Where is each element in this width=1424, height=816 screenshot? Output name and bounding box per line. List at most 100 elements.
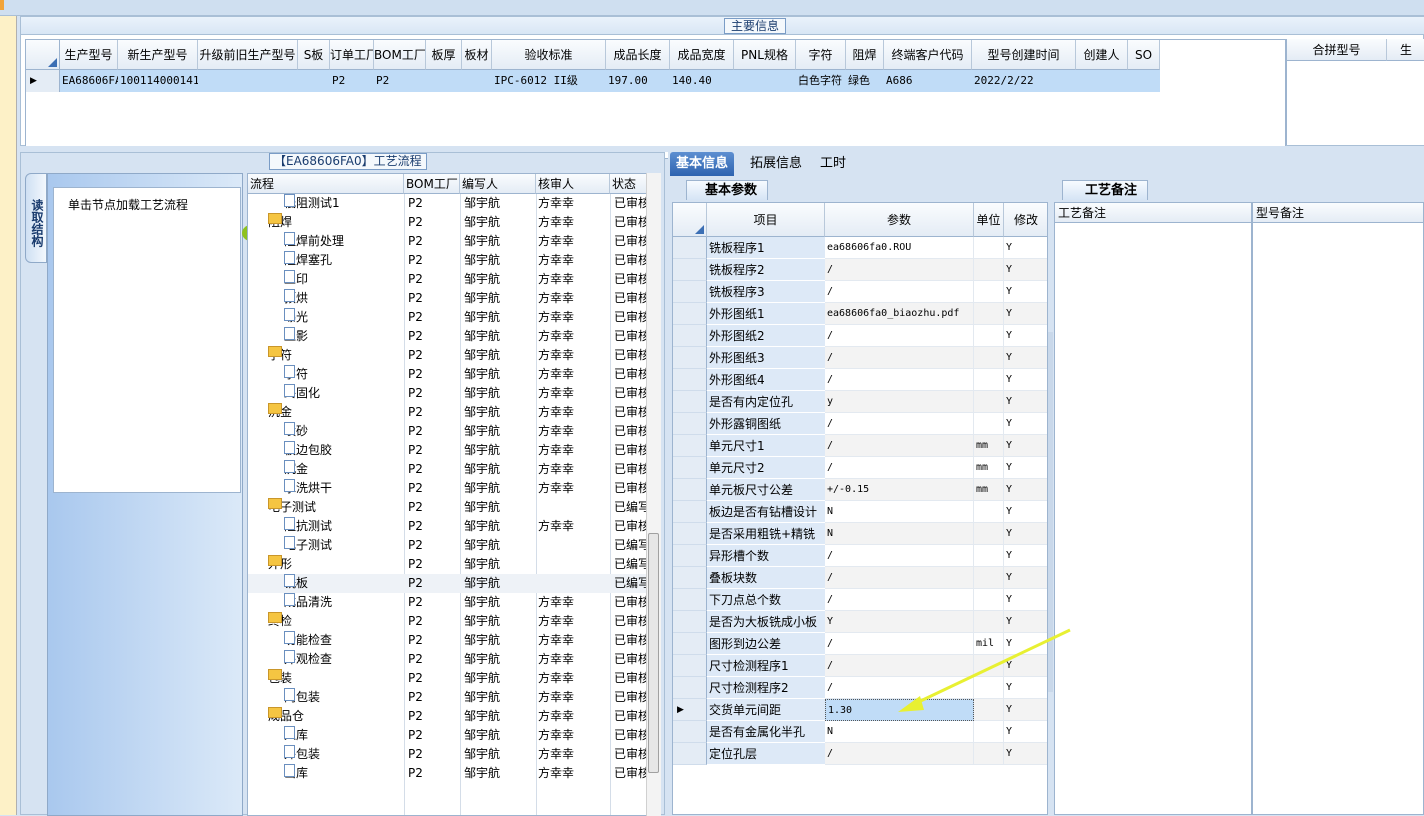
tree-row[interactable]: 阻焊前处理 P2 邹宇航 方幸幸 已审核 [248, 232, 650, 251]
tree-row[interactable]: 电子测试 P2 邹宇航 已编写 [248, 536, 650, 555]
tree-col-header[interactable]: 核审人 [536, 174, 610, 194]
param-row[interactable]: 外形露铜图纸 / Y [673, 413, 1047, 435]
param-col-header[interactable]: 单位 [974, 203, 1004, 237]
param-modify[interactable]: Y [1004, 743, 1047, 765]
param-modify[interactable]: Y [1004, 347, 1047, 369]
param-modify[interactable]: Y [1004, 501, 1047, 523]
param-value[interactable]: / [825, 413, 974, 435]
tree-row[interactable]: 水洗烘干 P2 邹宇航 方幸幸 已审核 [248, 479, 650, 498]
param-row[interactable]: 铣板程序1 ea68606fa0.ROU Y [673, 237, 1047, 259]
param-unit[interactable] [974, 391, 1004, 413]
tree-row[interactable]: 功能检查 P2 邹宇航 方幸幸 已审核 [248, 631, 650, 650]
main-col-header[interactable]: 创建人 [1076, 40, 1128, 70]
main-col-header[interactable]: 成品长度 [606, 40, 670, 70]
tree-node[interactable]: 水洗烘干 [284, 479, 332, 498]
param-modify[interactable]: Y [1004, 567, 1047, 589]
param-unit[interactable] [974, 325, 1004, 347]
param-row[interactable]: 定位孔层 / Y [673, 743, 1047, 765]
tree-node[interactable]: 功能检查 [284, 631, 332, 650]
merge-col-header[interactable]: 生 [1387, 39, 1424, 61]
param-unit[interactable] [974, 501, 1004, 523]
basic-params-grid[interactable]: 项目 参数 单位 修改 铣板程序1 ea68606fa0.ROU Y 铣板程序2/Y 铣板程序3… [672, 202, 1048, 815]
param-col-header[interactable]: 参数 [825, 203, 974, 237]
process-note-box[interactable]: 工艺备注 [1054, 202, 1252, 815]
param-unit[interactable] [974, 567, 1004, 589]
tree-node[interactable]: −沉金 [268, 403, 292, 422]
param-value[interactable]: / [825, 347, 974, 369]
main-col-header[interactable]: 字符 [796, 40, 846, 70]
param-row[interactable]: 是否有金属化半孔 N Y [673, 721, 1047, 743]
param-value[interactable]: / [825, 281, 974, 303]
param-modify[interactable]: Y [1004, 369, 1047, 391]
main-col-header[interactable]: 板厚 [426, 40, 462, 70]
tree-scroll-thumb[interactable] [648, 533, 659, 773]
model-note-box[interactable]: 型号备注 [1252, 202, 1424, 815]
param-modify[interactable]: Y [1004, 413, 1047, 435]
tree-row[interactable]: 预烘 P2 邹宇航 方幸幸 已审核 [248, 289, 650, 308]
tree-node[interactable]: −终检 [268, 612, 292, 631]
main-cell[interactable]: 197.00 [606, 70, 670, 92]
param-row[interactable]: 异形槽个数 / Y [673, 545, 1047, 567]
param-value[interactable]: / [825, 545, 974, 567]
tree-node[interactable]: −外形 [268, 555, 292, 574]
param-value[interactable]: ea68606fa0.ROU [825, 237, 974, 259]
tree-row[interactable]: 喷砂 P2 邹宇航 方幸幸 已审核 [248, 422, 650, 441]
tree-col-header[interactable]: BOM工厂 [404, 174, 460, 194]
tree-node[interactable]: 沉金 [284, 460, 308, 479]
param-modify[interactable]: Y [1004, 589, 1047, 611]
param-row[interactable]: 外形图纸1 ea68606fa0_biaozhu.pdf Y [673, 303, 1047, 325]
main-cell[interactable]: 140.40 [670, 70, 734, 92]
tree-node[interactable]: 外观检查 [284, 650, 332, 669]
param-value[interactable]: N [825, 523, 974, 545]
param-row[interactable]: 外形图纸3/ Y [673, 347, 1047, 369]
param-row[interactable]: 板边是否有钻槽设计 N Y [673, 501, 1047, 523]
tree-node[interactable]: 外包装 [284, 745, 320, 764]
param-unit[interactable] [974, 545, 1004, 567]
tree-node[interactable]: 内包装 [284, 688, 320, 707]
node-hint-box[interactable]: 单击节点加载工艺流程 [53, 187, 266, 493]
tree-node[interactable]: −电子测试 [268, 498, 316, 517]
tree-node[interactable]: 阻焊塞孔 [284, 251, 332, 270]
tree-node[interactable]: 字符 [284, 365, 308, 384]
tree-node[interactable]: 曝光 [284, 308, 308, 327]
tree-row[interactable]: 低阻测试1 P2 邹宇航 方幸幸 已审核 [248, 194, 650, 213]
tree-node[interactable]: 电子测试 [284, 536, 332, 555]
param-modify[interactable]: Y [1004, 303, 1047, 325]
param-value[interactable]: y [825, 391, 974, 413]
process-tree-grid[interactable]: 流程BOM工厂编写人核审人状态低阻测试1P2邹宇航方幸幸已审核−阻焊P2邹宇航方… [247, 173, 661, 816]
tree-node[interactable]: 丝印 [284, 270, 308, 289]
param-row[interactable]: 单元尺寸1/mm Y [673, 435, 1047, 457]
main-cell[interactable] [734, 70, 796, 92]
param-unit[interactable] [974, 237, 1004, 259]
param-row[interactable]: 铣板程序3/ Y [673, 281, 1047, 303]
param-value[interactable]: / [825, 567, 974, 589]
main-col-header[interactable]: BOM工厂 [374, 40, 426, 70]
tree-row[interactable]: 板边包胶 P2 邹宇航 方幸幸 已审核 [248, 441, 650, 460]
main-cell[interactable]: 2022/2/22 [972, 70, 1076, 92]
param-row[interactable]: 是否有内定位孔 y Y [673, 391, 1047, 413]
main-cell[interactable] [426, 70, 462, 92]
param-value[interactable]: / [825, 457, 974, 479]
main-col-header[interactable]: 新生产型号 [118, 40, 198, 70]
tree-node[interactable]: −包装 [268, 669, 292, 688]
main-cell[interactable]: EA68606FA0 [60, 70, 118, 92]
param-row[interactable]: 单元尺寸2/mm Y [673, 457, 1047, 479]
tree-node[interactable]: 板边包胶 [284, 441, 332, 460]
tree-row[interactable]: 字符 P2 邹宇航 方幸幸 已审核 [248, 365, 650, 384]
tree-row[interactable]: −终检 P2 邹宇航 方幸幸 已审核 [248, 612, 650, 631]
param-value[interactable]: ea68606fa0_biaozhu.pdf [825, 303, 974, 325]
param-value[interactable]: / [825, 435, 974, 457]
tree-row[interactable]: 外观检查 P2 邹宇航 方幸幸 已审核 [248, 650, 650, 669]
main-cell[interactable] [462, 70, 492, 92]
param-row[interactable]: 单元板尺寸公差 +/-0.15 mm Y [673, 479, 1047, 501]
main-cell[interactable] [1076, 70, 1128, 92]
tree-node[interactable]: 铣板 [284, 574, 308, 593]
tree-row[interactable]: −阻焊 P2 邹宇航 方幸幸 已审核 [248, 213, 650, 232]
param-modify[interactable]: Y [1004, 281, 1047, 303]
main-col-header[interactable]: 升级前旧生产型号 [198, 40, 298, 70]
param-row[interactable]: 外形图纸4/ Y [673, 369, 1047, 391]
param-value[interactable]: / [825, 325, 974, 347]
main-col-header[interactable]: 阻焊 [846, 40, 884, 70]
tree-row[interactable]: −外形 P2 邹宇航 已编写 [248, 555, 650, 574]
tree-row[interactable]: 沉金 P2 邹宇航 方幸幸 已审核 [248, 460, 650, 479]
